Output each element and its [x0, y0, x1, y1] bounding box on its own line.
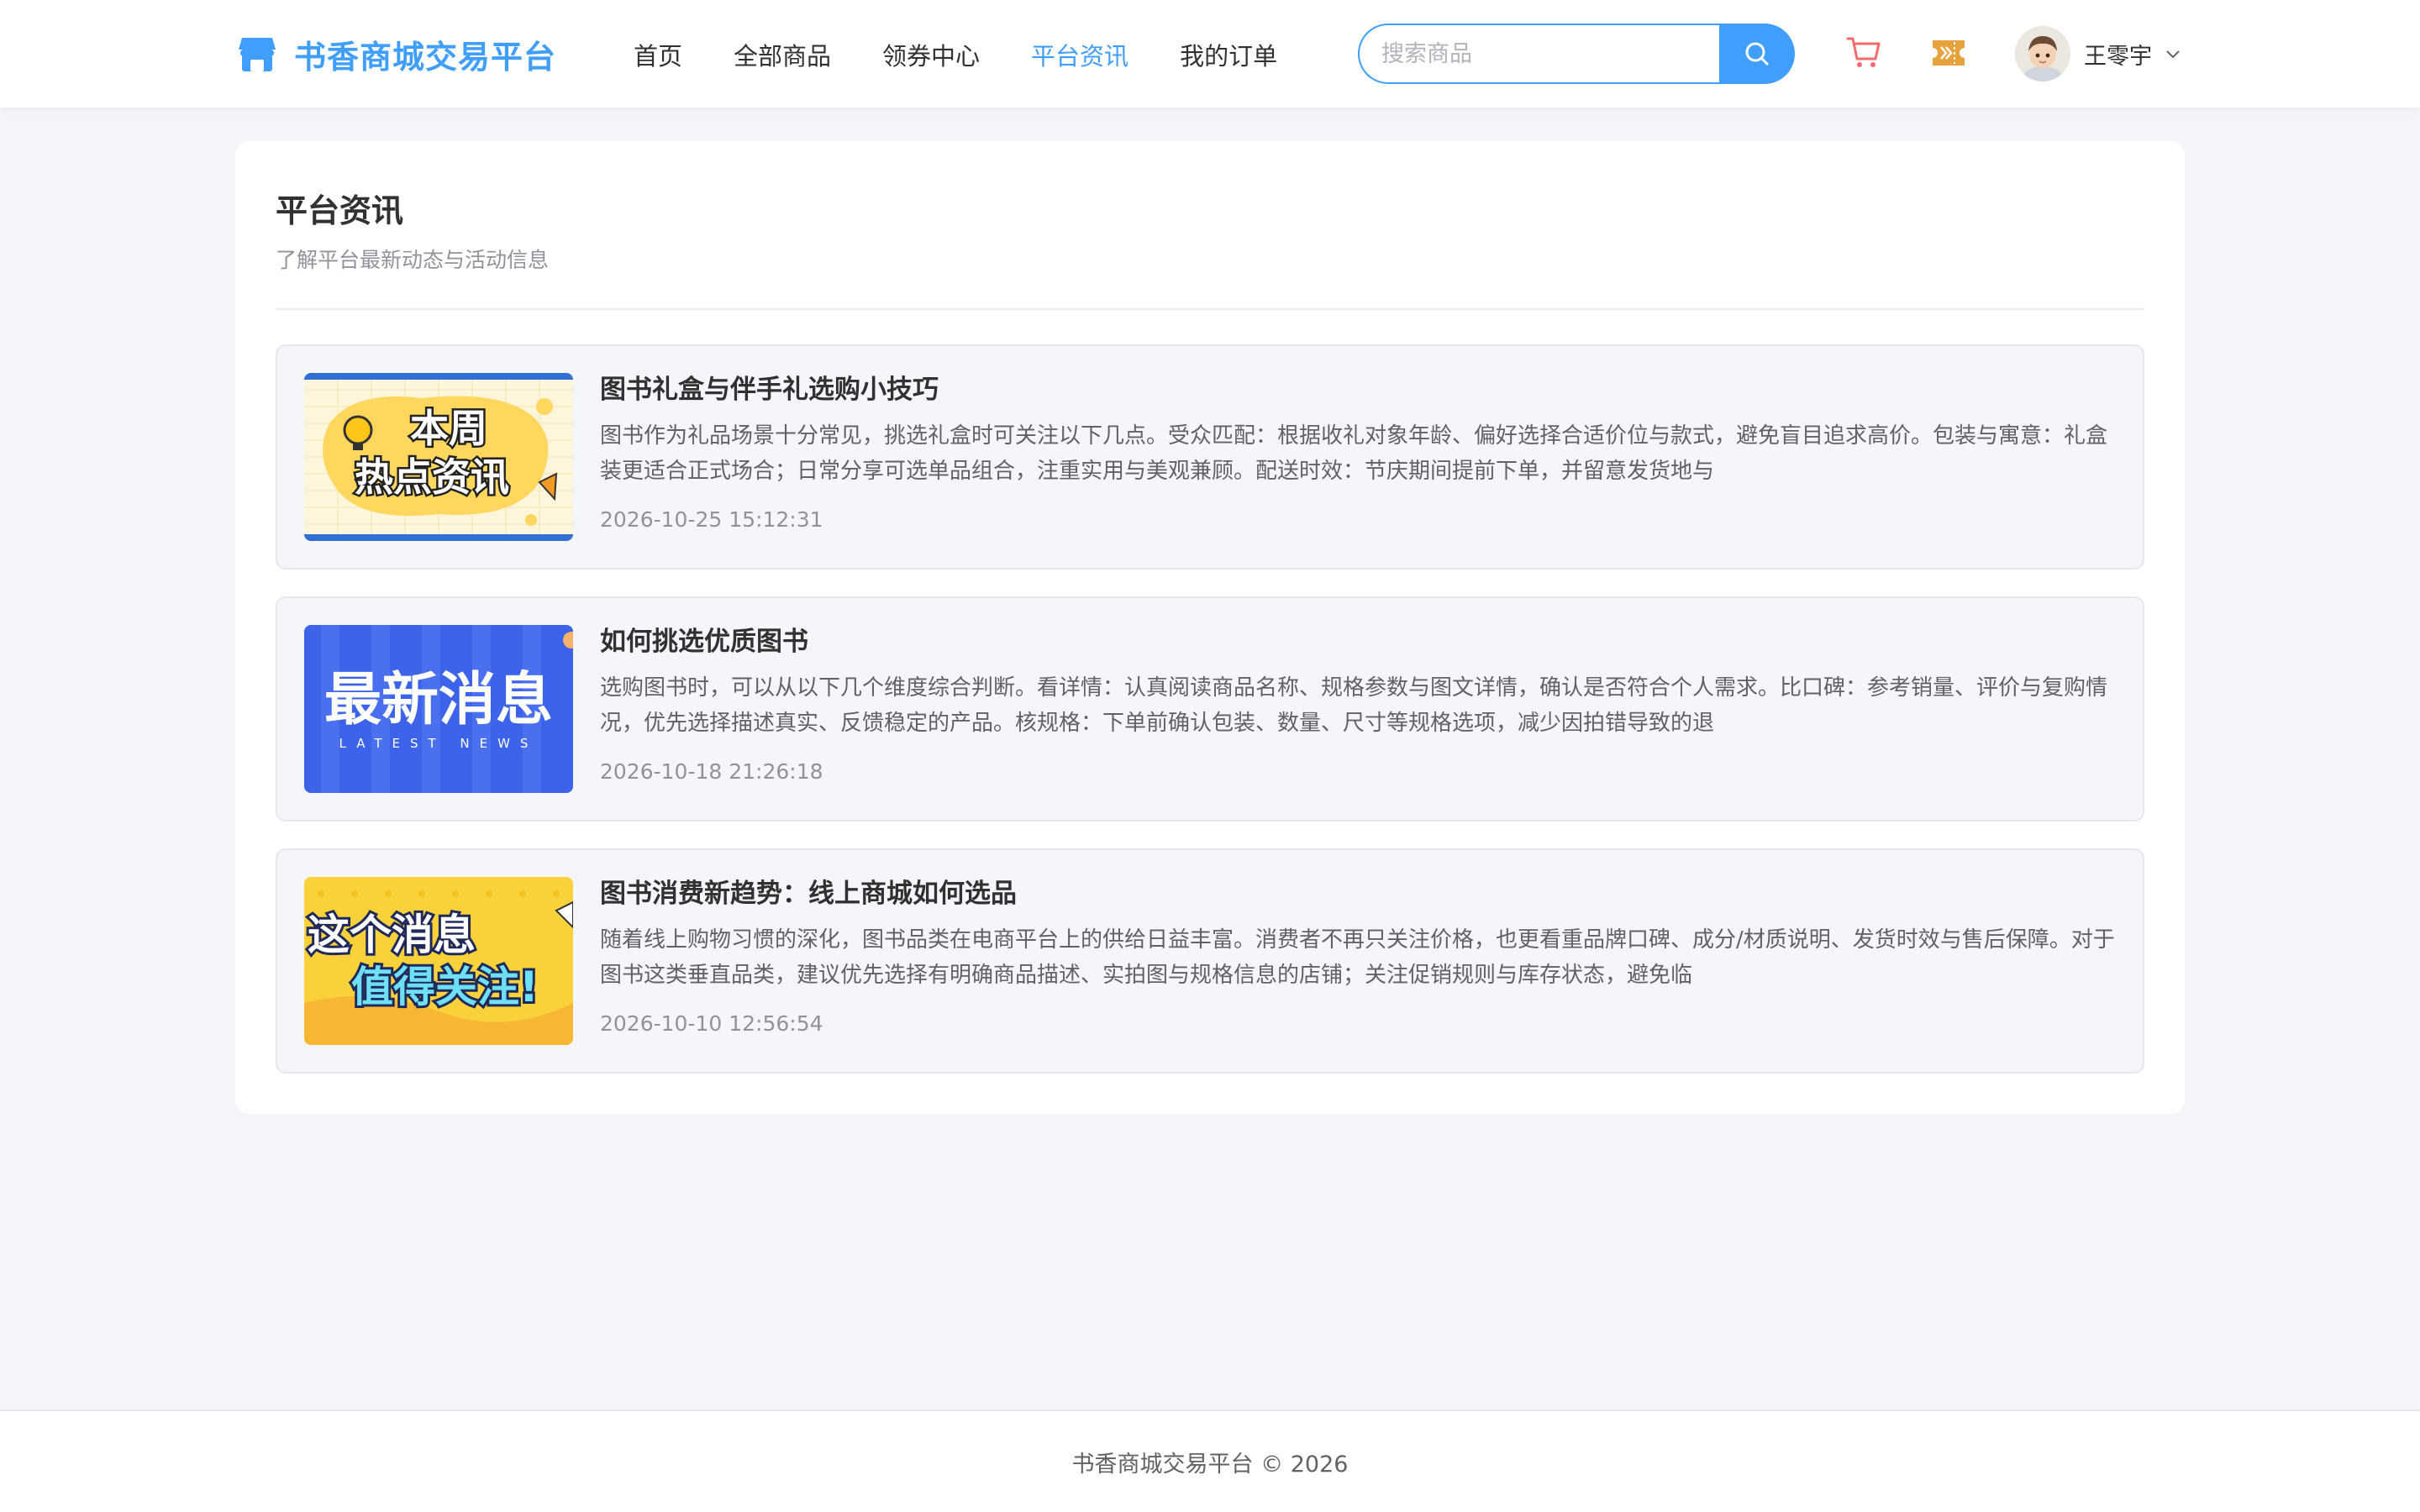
news-body: 图书消费新趋势：线上商城如何选品 随着线上购物习惯的深化，图书品类在电商平台上的…: [600, 875, 2121, 1038]
search-bar: [1358, 24, 1795, 84]
thumbnail-text: 值得关注!: [351, 963, 539, 1011]
brand[interactable]: 书香商城交易平台: [239, 30, 556, 77]
page-footer: 书香商城交易平台 © 2026: [0, 1410, 2420, 1512]
news-thumbnail[interactable]: 最新消息 LATEST NEWS: [304, 625, 573, 793]
news-item[interactable]: 本周 热点资讯 图书礼盒与伴手礼选购小技巧 图书作为礼品场景十分常见，挑选礼盒时…: [276, 344, 2144, 570]
news-panel: 平台资讯 了解平台最新动态与活动信息 本周 热点资讯 图书礼盒与伴手礼选购小技巧…: [235, 141, 2185, 1114]
page-title: 平台资讯: [276, 192, 404, 229]
user-menu[interactable]: 王零宇: [2015, 25, 2182, 82]
nav-item-platform-news[interactable]: 平台资讯: [1031, 37, 1128, 72]
nav-item-home[interactable]: 首页: [634, 37, 682, 72]
cart-icon[interactable]: [1845, 34, 1882, 71]
top-header: 书香商城交易平台 首页 全部商品 领券中心 平台资讯 我的订单 搜索商品 王零宇: [0, 0, 2420, 108]
news-summary: 选购图书时，可以从以下几个维度综合判断。看详情：认真阅读商品名称、规格参数与图文…: [600, 675, 2108, 736]
user-name: 王零宇: [2084, 43, 2152, 70]
chevron-down-icon: [2166, 50, 2180, 59]
thumbnail-text: 热点资讯: [355, 454, 509, 500]
thumbnail-text: LATEST NEWS: [339, 736, 539, 751]
news-time: 2026-10-10 12:56:54: [600, 1011, 823, 1036]
news-time: 2026-10-25 15:12:31: [600, 507, 823, 532]
news-title[interactable]: 如何挑选优质图书: [600, 623, 2121, 660]
news-item[interactable]: 最新消息 LATEST NEWS 如何挑选优质图书 选购图书时，可以从以下几个维…: [276, 596, 2144, 822]
avatar: [2015, 26, 2070, 81]
news-list: 本周 热点资讯 图书礼盒与伴手礼选购小技巧 图书作为礼品场景十分常见，挑选礼盒时…: [276, 344, 2144, 1100]
coupon-icon[interactable]: [1931, 37, 1966, 69]
thumbnail-text: 这个消息: [308, 911, 476, 959]
search-input[interactable]: [1358, 24, 1719, 84]
divider: [276, 308, 2144, 310]
news-title[interactable]: 图书礼盒与伴手礼选购小技巧: [600, 371, 2121, 408]
footer-copyright: 书香商城交易平台 © 2026: [1071, 1451, 1349, 1478]
page-subtitle: 了解平台最新动态与活动信息: [276, 248, 550, 272]
search-button[interactable]: [1719, 24, 1795, 84]
news-thumbnail[interactable]: 这个消息 值得关注!: [304, 877, 573, 1045]
main-nav: 首页 全部商品 领券中心 平台资讯 我的订单: [634, 34, 1328, 76]
nav-item-my-orders[interactable]: 我的订单: [1180, 37, 1277, 72]
news-summary: 图书作为礼品场景十分常见，挑选礼盒时可关注以下几点。受众匹配：根据收礼对象年龄、…: [600, 423, 2108, 484]
news-thumbnail[interactable]: 本周 热点资讯: [304, 373, 573, 541]
brand-title: 书香商城交易平台: [294, 38, 557, 76]
news-summary: 随着线上购物习惯的深化，图书品类在电商平台上的供给日益丰富。消费者不再只关注价格…: [600, 927, 2115, 988]
shop-icon: [239, 38, 276, 71]
news-body: 如何挑选优质图书 选购图书时，可以从以下几个维度综合判断。看详情：认真阅读商品名…: [600, 623, 2121, 786]
nav-item-all-products[interactable]: 全部商品: [734, 37, 831, 72]
news-item[interactable]: 这个消息 值得关注! 图书消费新趋势：线上商城如何选品 随着线上购物习惯的深化，…: [276, 848, 2144, 1074]
nav-item-coupon-center[interactable]: 领券中心: [882, 37, 980, 72]
news-time: 2026-10-18 21:26:18: [600, 759, 823, 784]
news-title[interactable]: 图书消费新趋势：线上商城如何选品: [600, 875, 2121, 912]
search-icon: [1745, 42, 1769, 66]
thumbnail-text: 最新消息: [324, 667, 553, 733]
news-body: 图书礼盒与伴手礼选购小技巧 图书作为礼品场景十分常见，挑选礼盒时可关注以下几点。…: [600, 371, 2121, 534]
thumbnail-text: 本周: [410, 406, 487, 451]
